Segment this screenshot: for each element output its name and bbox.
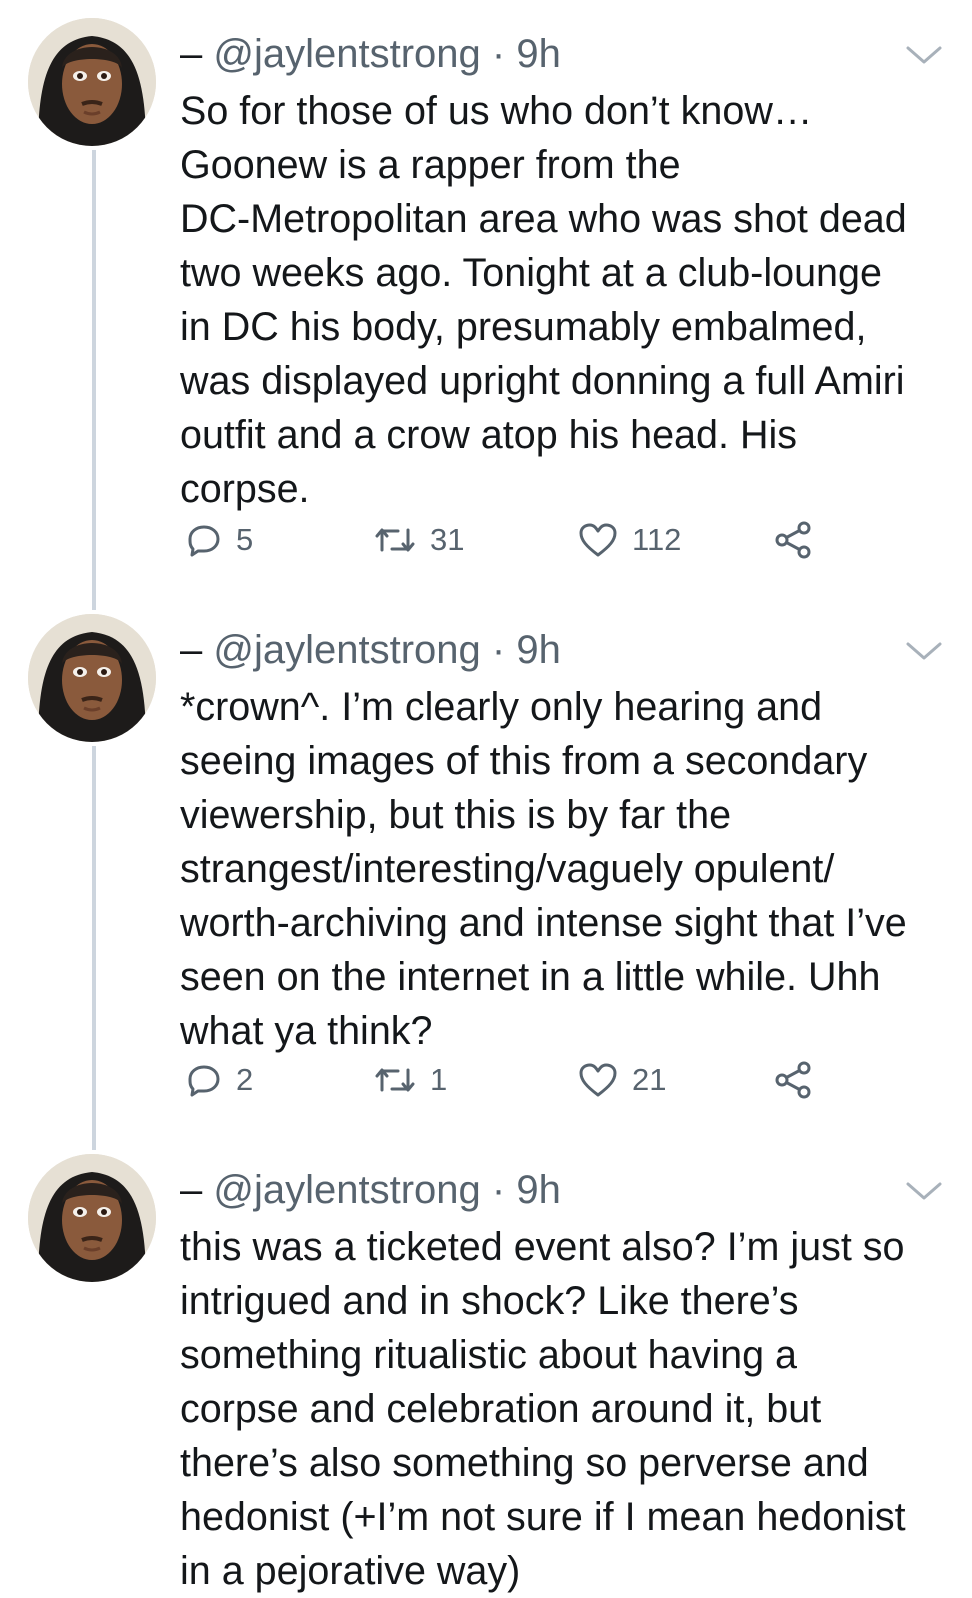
tweet-header: – @jaylentstrong · 9h [180, 30, 561, 78]
timestamp[interactable]: 9h [516, 1168, 561, 1212]
timestamp[interactable]: 9h [516, 32, 561, 76]
chevron-down-icon[interactable] [904, 42, 944, 68]
share-icon [775, 1061, 811, 1099]
separator: · [491, 32, 506, 76]
tweet[interactable]: – @jaylentstrong · 9h this was a tickete… [0, 1154, 972, 1593]
avatar[interactable] [28, 18, 156, 146]
like-icon [579, 1063, 617, 1097]
retweet-count: 31 [430, 522, 465, 557]
reply-icon [188, 525, 220, 557]
tweet[interactable]: – @jaylentstrong · 9h So for those of us… [0, 18, 972, 578]
chevron-down-icon[interactable] [904, 638, 944, 664]
user-handle[interactable]: @jaylentstrong [213, 628, 480, 672]
tweet[interactable]: – @jaylentstrong · 9h *crown^. I’m clear… [0, 614, 972, 1114]
dash: – [180, 32, 203, 76]
retweet-button[interactable]: 31 [374, 515, 464, 565]
reply-button[interactable]: 2 [186, 1055, 253, 1105]
tweet-actions: 2 1 21 [180, 1055, 880, 1105]
like-icon [579, 523, 617, 557]
avatar[interactable] [28, 1154, 156, 1282]
reply-count: 5 [236, 522, 254, 557]
reply-button[interactable]: 5 [186, 515, 253, 565]
share-icon [775, 521, 811, 559]
share-button[interactable] [774, 515, 812, 565]
avatar-image [28, 614, 156, 742]
reply-icon [188, 1065, 220, 1097]
timestamp[interactable]: 9h [516, 628, 561, 672]
tweet-text: this was a ticketed event also? I’m just… [180, 1225, 906, 1593]
avatar[interactable] [28, 614, 156, 742]
user-handle[interactable]: @jaylentstrong [213, 32, 480, 76]
tweet-header: – @jaylentstrong · 9h [180, 626, 561, 674]
like-count: 112 [632, 522, 682, 557]
tweet-header: – @jaylentstrong · 9h [180, 1166, 561, 1214]
separator: · [491, 628, 506, 672]
share-button[interactable] [774, 1055, 812, 1105]
tweet-text: So for those of us who don’t know… Goone… [180, 89, 907, 511]
like-count: 21 [632, 1062, 667, 1097]
retweet-icon [375, 1068, 415, 1092]
avatar-image [28, 18, 156, 146]
tweet-actions: 5 31 112 [180, 515, 880, 565]
tweet-text: *crown^. I’m clearly only hearing and se… [180, 685, 907, 1053]
like-button[interactable]: 21 [578, 1055, 666, 1105]
retweet-button[interactable]: 1 [374, 1055, 447, 1105]
avatar-image [28, 1154, 156, 1282]
chevron-down-icon[interactable] [904, 1178, 944, 1204]
dash: – [180, 1168, 203, 1212]
retweet-icon [375, 528, 415, 552]
user-handle[interactable]: @jaylentstrong [213, 1168, 480, 1212]
reply-count: 2 [236, 1062, 254, 1097]
dash: – [180, 628, 203, 672]
retweet-count: 1 [430, 1062, 448, 1097]
separator: · [491, 1168, 506, 1212]
like-button[interactable]: 112 [578, 515, 681, 565]
